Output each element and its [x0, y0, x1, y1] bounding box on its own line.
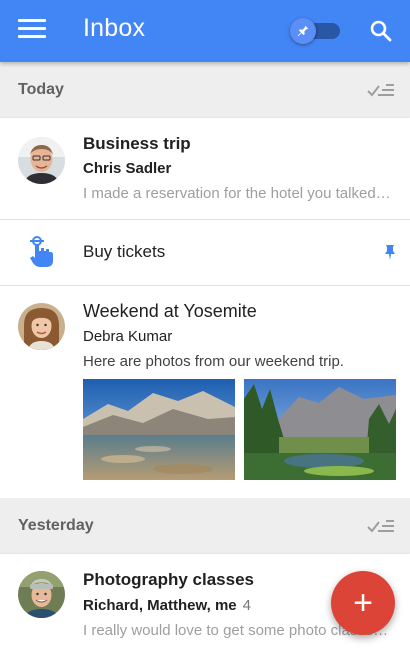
email-subject: Weekend at Yosemite — [83, 301, 257, 321]
section-label: Today — [18, 81, 64, 98]
email-snippet: I made a reservation for the hotel you t… — [83, 185, 393, 202]
pinned-filter-toggle[interactable] — [288, 16, 342, 46]
list-item[interactable]: Business trip Chris Sadler I made a rese… — [0, 118, 410, 220]
reminder-title: Buy tickets — [83, 242, 166, 261]
sweep-done-icon[interactable] — [366, 80, 396, 100]
email-snippet: Here are photos from our weekend trip. — [83, 353, 344, 370]
avatar — [18, 137, 65, 184]
compose-fab-button[interactable]: + — [331, 571, 395, 635]
sweep-done-icon[interactable] — [366, 516, 396, 536]
avatar — [18, 571, 65, 618]
inbox-app: Inbox Today Business trip Chris Sadler I… — [0, 0, 410, 651]
today-list: Business trip Chris Sadler I made a rese… — [0, 118, 410, 498]
email-sender: Debra Kumar — [83, 328, 173, 345]
pin-icon[interactable] — [383, 244, 397, 260]
avatar — [18, 303, 65, 350]
photo-thumbnail[interactable] — [83, 379, 235, 480]
email-subject: Business trip — [83, 134, 191, 153]
pin-icon — [290, 18, 316, 44]
email-sender-names: Richard, Matthew, me — [83, 597, 237, 614]
section-label: Yesterday — [18, 517, 94, 534]
section-header-today: Today — [0, 62, 410, 118]
list-item[interactable]: Weekend at Yosemite Debra Kumar Here are… — [0, 286, 410, 498]
email-subject: Photography classes — [83, 570, 255, 589]
hamburger-menu-icon[interactable] — [18, 19, 46, 43]
reminder-hand-icon — [28, 236, 56, 268]
reminder-item[interactable]: Buy tickets — [0, 220, 410, 286]
email-sender: Chris Sadler — [83, 160, 172, 177]
thread-count: 4 — [242, 597, 251, 614]
plus-icon: + — [353, 584, 373, 622]
app-bar: Inbox — [0, 0, 410, 62]
section-header-yesterday: Yesterday — [0, 498, 410, 554]
search-icon[interactable] — [368, 18, 394, 44]
page-title: Inbox — [83, 14, 146, 42]
email-sender: Richard, Matthew, me 4 — [83, 597, 251, 614]
photo-thumbnail[interactable] — [244, 379, 396, 480]
